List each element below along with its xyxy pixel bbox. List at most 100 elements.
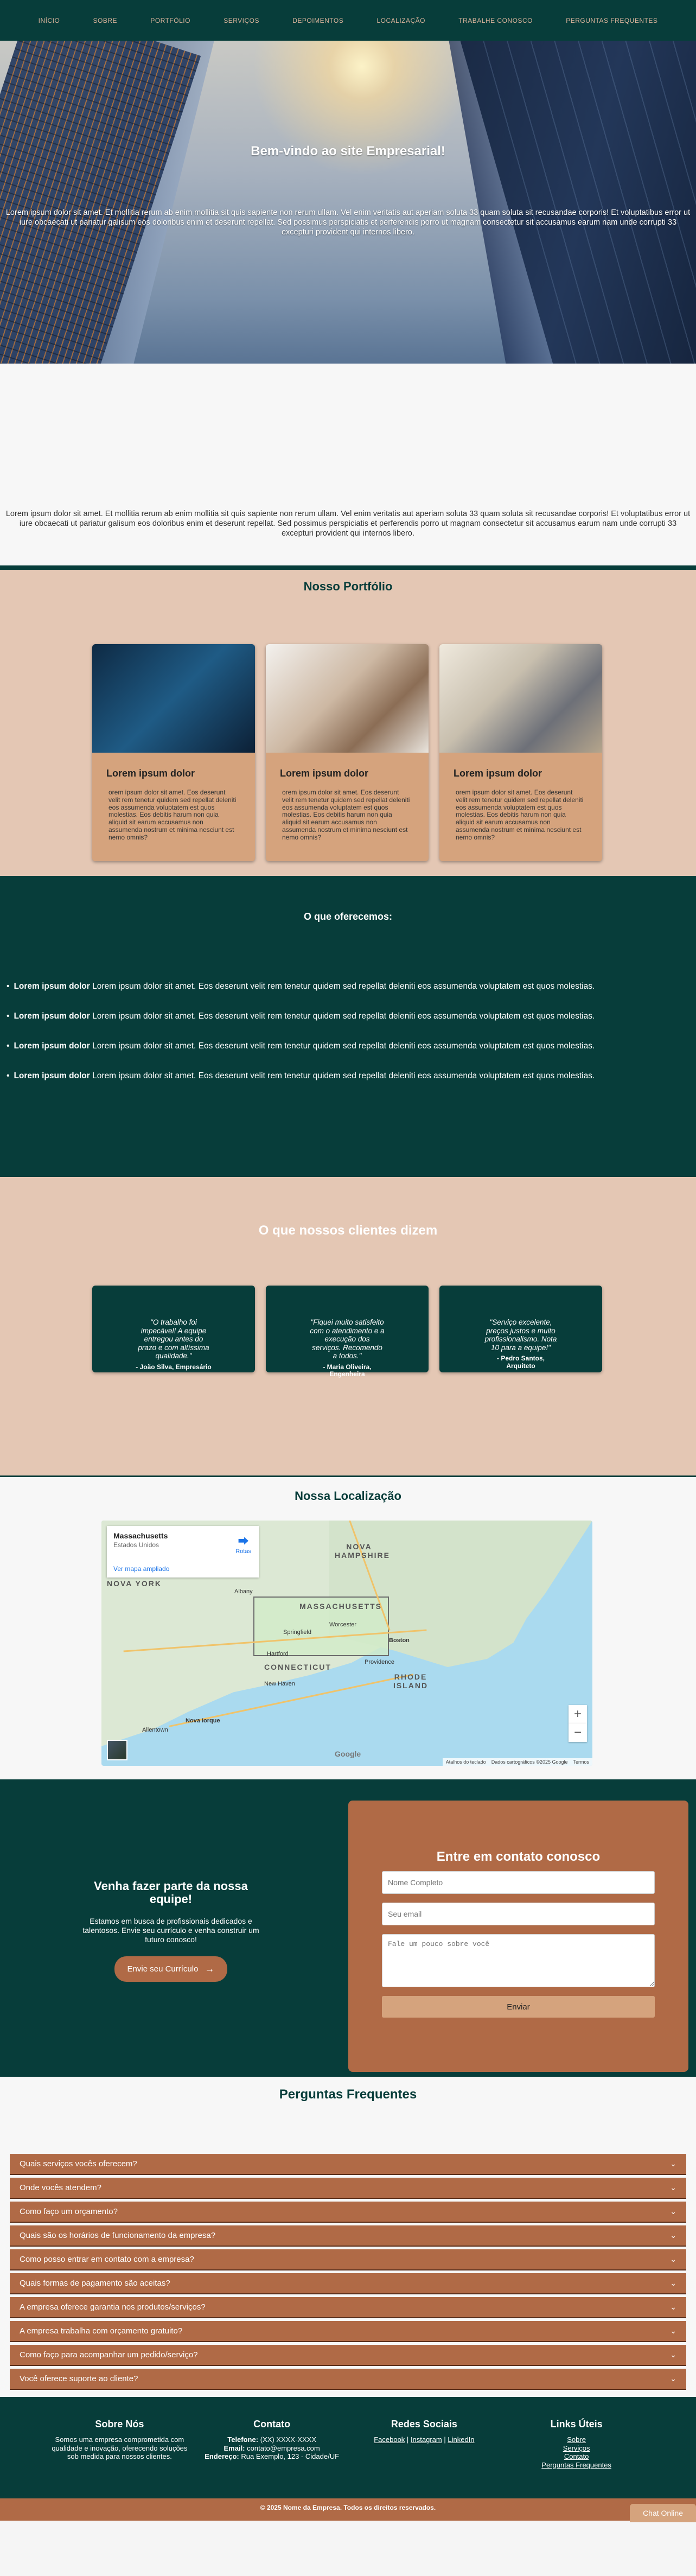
contact-form-title: Entre em contato conosco (436, 1849, 601, 1864)
chevron-down-icon: ⌄ (670, 2183, 676, 2192)
faq-item[interactable]: Quais são os horários de funcionamento d… (10, 2225, 686, 2247)
view-larger-map-link[interactable]: Ver mapa ampliado (113, 1565, 252, 1573)
nav-link-inicio[interactable]: INÍCIO (39, 17, 60, 24)
top-nav: INÍCIO SOBRE PORTFÓLIO SERVIÇOS DEPOIMEN… (0, 0, 696, 41)
faq-item[interactable]: A empresa oferece garantia nos produtos/… (10, 2297, 686, 2318)
map-label-ny: NOVA YORK (107, 1579, 162, 1588)
footer: Sobre Nós Somos uma empresa comprometida… (0, 2397, 696, 2498)
map-label-city: New Haven (264, 1681, 295, 1687)
nav-link-portfolio[interactable]: PORTFÓLIO (150, 17, 190, 24)
zoom-in-button[interactable]: + (569, 1705, 587, 1723)
portfolio-card-title: Lorem ipsum dolor (106, 768, 195, 779)
service-item-text: Lorem ipsum dolor sit amet. Eos deserunt… (92, 1041, 595, 1051)
testimonial-card: "Fiquei muito satisfeito com o atendimen… (266, 1286, 429, 1378)
message-field[interactable] (382, 1934, 655, 1987)
portfolio-card[interactable]: Lorem ipsum dolor orem ipsum dolor sit a… (439, 644, 602, 861)
nav-link-localizacao[interactable]: LOCALIZAÇÃO (376, 17, 425, 24)
footer-separator: | (444, 2435, 446, 2444)
instagram-link[interactable]: Instagram (411, 2435, 442, 2444)
footer-email-label: Email: (224, 2444, 245, 2452)
submit-button[interactable]: Enviar (382, 1996, 655, 2018)
faq-question: A empresa trabalha com orçamento gratuit… (20, 2326, 183, 2336)
portfolio-card[interactable]: Lorem ipsum dolor orem ipsum dolor sit a… (92, 644, 255, 861)
service-item-title: Lorem ipsum dolor (14, 1041, 90, 1051)
send-resume-label: Envie seu Currículo (127, 1964, 199, 1974)
map-attribution: Atalhos do teclado Dados cartográficos ©… (442, 1758, 592, 1766)
footer-contact-title: Contato (253, 2419, 291, 2429)
linkedin-link[interactable]: LinkedIn (448, 2435, 474, 2444)
map-type-toggle[interactable] (107, 1740, 127, 1760)
faq-item[interactable]: Como faço um orçamento? ⌄ (10, 2202, 686, 2223)
chevron-down-icon: ⌄ (670, 2326, 676, 2335)
map-label-city: Albany (234, 1588, 253, 1595)
keyboard-shortcuts-link[interactable]: Atalhos do teclado (446, 1759, 486, 1765)
nav-link-trabalhe-conosco[interactable]: TRABALHE CONOSCO (458, 17, 533, 24)
chevron-down-icon: ⌄ (670, 2159, 676, 2168)
footer-email: Email: contato@empresa.com (201, 2444, 342, 2453)
terms-link[interactable]: Termos (573, 1759, 589, 1765)
footer-link-sobre[interactable]: Sobre (506, 2435, 647, 2444)
nav-link-depoimentos[interactable]: DEPOIMENTOS (292, 17, 343, 24)
map-label-ri: RHODE ISLAND (393, 1672, 429, 1690)
service-item-text: Lorem ipsum dolor sit amet. Eos deserunt… (92, 1071, 595, 1080)
map-data-credit: Dados cartográficos ©2025 Google (491, 1759, 568, 1765)
directions-button[interactable]: ⮕ Rotas (235, 1532, 251, 1555)
map-label-ma: MASSACHUSETTS (299, 1602, 382, 1611)
nav-link-perguntas-frequentes[interactable]: PERGUNTAS FREQUENTES (566, 17, 657, 24)
service-item-text: Lorem ipsum dolor sit amet. Eos deserunt… (92, 982, 595, 991)
footer-link-faq[interactable]: Perguntas Frequentes (506, 2461, 647, 2470)
faq-item[interactable]: Você oferece suporte ao cliente? ⌄ (10, 2369, 686, 2390)
directions-label: Rotas (235, 1548, 251, 1555)
faq-item[interactable]: Quais serviços vocês oferecem? ⌄ (10, 2154, 686, 2175)
directions-icon: ⮕ (238, 1536, 249, 1548)
map-label-city: Worcester (329, 1621, 356, 1628)
faq-item[interactable]: A empresa trabalha com orçamento gratuit… (10, 2321, 686, 2342)
portfolio-title: Nosso Portfólio (303, 580, 393, 593)
chevron-down-icon: ⌄ (670, 2279, 676, 2287)
services-list: Lorem ipsum dolor Lorem ipsum dolor sit … (0, 982, 696, 1101)
embedded-map[interactable]: NOVA YORK MASSACHUSETTS CONNECTICUT NOVA… (101, 1521, 592, 1766)
faq-item[interactable]: Onde vocês atendem? ⌄ (10, 2178, 686, 2199)
faq-item[interactable]: Quais formas de pagamento são aceitas? ⌄ (10, 2273, 686, 2294)
nav-link-servicos[interactable]: SERVIÇOS (224, 17, 259, 24)
name-field[interactable] (382, 1871, 655, 1894)
testimonial-quote: "O trabalho foi impecável! A equipe entr… (138, 1318, 209, 1360)
footer-phone: Telefone: (XX) XXXX-XXXX (201, 2435, 342, 2444)
hero-text: Lorem ipsum dolor sit amet. Et mollitia … (5, 208, 691, 237)
nav-link-sobre[interactable]: SOBRE (93, 17, 118, 24)
portfolio-card-text: orem ipsum dolor sit amet. Eos deserunt … (282, 788, 410, 841)
footer-link-contato[interactable]: Contato (506, 2452, 647, 2461)
service-item: Lorem ipsum dolor Lorem ipsum dolor sit … (0, 1041, 696, 1051)
footer-address-value: Rua Exemplo, 123 - Cidade/UF (241, 2452, 340, 2461)
footer-link-servicos[interactable]: Serviços (506, 2444, 647, 2453)
faq-question: Como posso entrar em contato com a empre… (20, 2255, 194, 2264)
chat-online-button[interactable]: Chat Online (630, 2504, 696, 2522)
join-title: Venha fazer parte da nossa equipe! (94, 1879, 248, 1906)
footer-about: Sobre Nós Somos uma empresa comprometida… (49, 2419, 190, 2498)
portfolio-section: Nosso Portfólio Lorem ipsum dolor orem i… (0, 570, 696, 876)
map-place-name: Massachusetts (113, 1531, 168, 1540)
email-field[interactable] (382, 1903, 655, 1925)
hero-content: Bem-vindo ao site Empresarial! Lorem ips… (0, 144, 696, 237)
services-section: O que oferecemos: Lorem ipsum dolor Lore… (0, 876, 696, 1177)
service-item: Lorem ipsum dolor Lorem ipsum dolor sit … (0, 982, 696, 991)
map-label-nh: NOVA HAMPSHIRE (335, 1542, 391, 1560)
faq-question: Onde vocês atendem? (20, 2183, 101, 2192)
zoom-out-button[interactable]: − (569, 1723, 587, 1742)
testimonial-quote: "Fiquei muito satisfeito com o atendimen… (310, 1318, 385, 1360)
about-text: Lorem ipsum dolor sit amet. Et mollitia … (5, 510, 691, 538)
facebook-link[interactable]: Facebook (374, 2435, 405, 2444)
faq-item[interactable]: Como posso entrar em contato com a empre… (10, 2249, 686, 2270)
location-section: Nossa Localização NOVA YORK MASSACHUSETT… (0, 1475, 696, 1779)
footer-social: Redes Sociais Facebook | Instagram | Lin… (354, 2419, 495, 2498)
services-title: O que oferecemos: (303, 911, 393, 922)
faq-item[interactable]: Como faço para acompanhar um pedido/serv… (10, 2345, 686, 2366)
footer-email-value: contato@empresa.com (247, 2444, 320, 2452)
portfolio-card[interactable]: Lorem ipsum dolor orem ipsum dolor sit a… (266, 644, 429, 861)
chevron-down-icon: ⌄ (670, 2303, 676, 2311)
faq-question: Você oferece suporte ao cliente? (20, 2374, 138, 2383)
send-resume-button[interactable]: Envie seu Currículo → (114, 1956, 228, 1982)
footer-address: Endereço: Rua Exemplo, 123 - Cidade/UF (201, 2452, 342, 2461)
map-label-city: Hartford (267, 1651, 289, 1657)
map-label-city: Providence (365, 1659, 395, 1665)
